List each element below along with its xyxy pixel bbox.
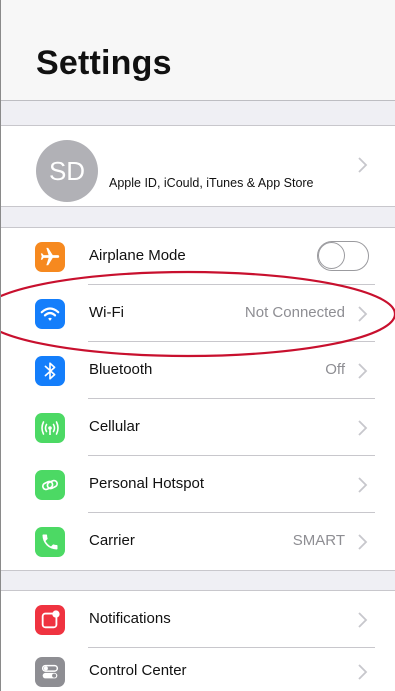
wifi-status: Not Connected <box>244 304 345 321</box>
chevron-right-icon <box>358 306 368 322</box>
row-label: Bluetooth <box>89 361 153 378</box>
system-group: Notifications Control Center <box>1 590 395 691</box>
chevron-right-icon <box>358 363 368 379</box>
bluetooth-status: Off <box>325 361 345 378</box>
apple-id-row[interactable]: SD Apple ID, iCould, iTunes & App Store <box>1 125 395 207</box>
navigation-bar: Settings <box>1 0 395 101</box>
carrier-name: SMART <box>292 532 345 549</box>
settings-screen: Settings SD Apple ID, iCould, iTunes & A… <box>0 0 395 691</box>
toggle-knob <box>318 242 345 269</box>
airplane-icon <box>35 242 65 272</box>
notifications-icon <box>35 605 65 635</box>
cellular-icon <box>35 413 65 443</box>
settings-row-bluetooth[interactable]: Bluetooth Off <box>1 342 395 399</box>
page-title: Settings <box>36 44 172 82</box>
row-label: Wi-Fi <box>89 304 124 321</box>
row-label: Personal Hotspot <box>89 475 205 492</box>
apple-id-label: Apple ID, iCould, iTunes & App Store <box>109 176 314 190</box>
row-label: Carrier <box>89 532 135 549</box>
wifi-icon <box>35 299 65 329</box>
settings-row-airplane-mode[interactable]: Airplane Mode <box>1 228 395 285</box>
chevron-right-icon <box>358 664 368 680</box>
connectivity-group: Airplane Mode Wi-Fi Not Connected Blueto… <box>1 227 395 571</box>
settings-row-notifications[interactable]: Notifications <box>1 591 395 648</box>
settings-row-control-center[interactable]: Control Center <box>1 643 395 691</box>
hotspot-icon <box>35 470 65 500</box>
chevron-right-icon <box>358 612 368 628</box>
chevron-right-icon <box>358 420 368 436</box>
row-label: Airplane Mode <box>89 247 186 264</box>
settings-row-cellular[interactable]: Cellular <box>1 399 395 456</box>
chevron-right-icon <box>358 534 368 550</box>
phone-icon <box>35 527 65 557</box>
bluetooth-icon <box>35 356 65 386</box>
settings-row-personal-hotspot[interactable]: Personal Hotspot <box>1 456 395 513</box>
airplane-mode-toggle[interactable] <box>317 241 369 271</box>
settings-row-carrier[interactable]: Carrier SMART <box>1 513 395 570</box>
chevron-right-icon <box>358 157 368 173</box>
control-center-icon <box>35 657 65 687</box>
settings-row-wifi[interactable]: Wi-Fi Not Connected <box>1 285 395 342</box>
chevron-right-icon <box>358 477 368 493</box>
row-label: Notifications <box>89 610 171 627</box>
row-label: Control Center <box>89 662 187 679</box>
row-label: Cellular <box>89 418 140 435</box>
avatar: SD <box>36 140 98 202</box>
